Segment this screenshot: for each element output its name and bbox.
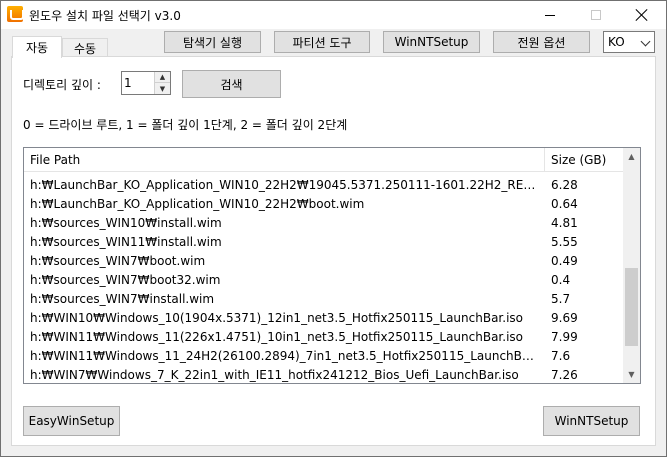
file-path-cell: h:₩WIN10₩Windows_10(1904x.5371)_12in1_ne…	[30, 311, 523, 325]
list-rows: h:₩LaunchBar_KO_Application_WIN10_22H2₩1…	[24, 176, 624, 383]
file-size-cell: 7.26	[551, 368, 578, 382]
close-button[interactable]	[619, 1, 665, 29]
table-row[interactable]: h:₩sources_WIN7₩install.wim 5.7	[24, 290, 624, 309]
winntsetup-top-button[interactable]: WinNTSetup	[383, 31, 480, 53]
file-path-cell: h:₩sources_WIN11₩install.wim	[30, 235, 222, 249]
minimize-icon	[545, 14, 555, 16]
maximize-icon	[591, 10, 601, 20]
file-size-cell: 0.4	[551, 273, 571, 287]
file-size-cell: 5.7	[551, 292, 571, 306]
minimize-button[interactable]	[527, 1, 573, 29]
file-size-cell: 5.55	[551, 235, 578, 249]
app-window: 윈도우 설치 파일 선택기 v3.0 자동 수동 탐색기 실행 파티션 도구 W…	[0, 0, 667, 457]
table-row[interactable]: h:₩WIN11₩Windows_11(226x1.4751)_10in1_ne…	[24, 328, 624, 347]
table-row[interactable]: h:₩WIN7₩Windows_7_K_22in1_with_IE11_hotf…	[24, 366, 624, 383]
column-header-path[interactable]: File Path	[24, 148, 545, 172]
file-list[interactable]: File Path Size (GB) h:₩LaunchBar_KO_Appl…	[23, 147, 641, 384]
vertical-scrollbar[interactable]: ▲ ▼	[623, 148, 640, 383]
table-row[interactable]: h:₩sources_WIN11₩install.wim 5.55	[24, 233, 624, 252]
maximize-button[interactable]	[573, 1, 619, 29]
file-size-cell: 7.99	[551, 330, 578, 344]
file-size-cell: 0.64	[551, 197, 578, 211]
language-select[interactable]: KO	[603, 31, 655, 53]
file-path-cell: h:₩LaunchBar_KO_Application_WIN10_22H2₩b…	[30, 197, 365, 211]
power-options-button[interactable]: 전원 옵션	[493, 31, 590, 53]
table-row[interactable]: h:₩sources_WIN7₩boot32.wim 0.4	[24, 271, 624, 290]
table-row[interactable]: h:₩WIN11₩Windows_11_24H2(26100.2894)_7in…	[24, 347, 624, 366]
scroll-down-icon[interactable]: ▼	[623, 366, 640, 383]
file-size-cell: 4.81	[551, 216, 578, 230]
depth-hint: 0 = 드라이브 루트, 1 = 폴더 깊이 1단계, 2 = 폴더 깊이 2단…	[23, 118, 348, 132]
file-path-cell: h:₩sources_WIN7₩boot32.wim	[30, 273, 221, 287]
depth-input[interactable]	[124, 74, 154, 92]
file-path-cell: h:₩WIN11₩Windows_11_24H2(26100.2894)_7in…	[30, 349, 540, 363]
winntsetup-bottom-button[interactable]: WinNTSetup	[543, 406, 640, 436]
search-button[interactable]: 검색	[182, 70, 281, 98]
window-title: 윈도우 설치 파일 선택기 v3.0	[29, 9, 181, 23]
depth-spinner[interactable]: ▲ ▼	[121, 71, 171, 95]
scroll-thumb[interactable]	[625, 268, 638, 346]
file-size-cell: 7.6	[551, 349, 571, 363]
title-bar: 윈도우 설치 파일 선택기 v3.0	[1, 1, 666, 29]
file-path-cell: h:₩sources_WIN10₩install.wim	[30, 216, 222, 230]
column-header-size[interactable]: Size (GB)	[545, 148, 624, 172]
partition-tool-button[interactable]: 파티션 도구	[274, 31, 370, 53]
tab-auto[interactable]: 자동	[12, 36, 62, 58]
table-row[interactable]: h:₩sources_WIN10₩install.wim 4.81	[24, 214, 624, 233]
depth-spinner-arrows: ▲ ▼	[154, 72, 170, 94]
scroll-up-icon[interactable]: ▲	[623, 148, 640, 165]
file-size-cell: 6.28	[551, 178, 578, 192]
file-size-cell: 9.69	[551, 311, 578, 325]
chevron-down-icon	[640, 36, 651, 47]
depth-label: 디렉토리 깊이 :	[23, 78, 101, 92]
list-header: File Path Size (GB)	[24, 148, 624, 172]
file-path-cell: h:₩sources_WIN7₩boot.wim	[30, 254, 206, 268]
spin-down-icon[interactable]: ▼	[155, 83, 170, 94]
file-size-cell: 0.49	[551, 254, 578, 268]
easywinsetup-button[interactable]: EasyWinSetup	[23, 406, 120, 436]
file-path-cell: h:₩WIN11₩Windows_11(226x1.4751)_10in1_ne…	[30, 330, 523, 344]
language-value: KO	[608, 35, 625, 49]
app-icon	[7, 6, 24, 22]
spin-up-icon[interactable]: ▲	[155, 72, 170, 83]
table-row[interactable]: h:₩LaunchBar_KO_Application_WIN10_22H2₩1…	[24, 176, 624, 195]
explorer-button[interactable]: 탐색기 실행	[164, 31, 261, 53]
close-icon	[636, 9, 648, 21]
tab-manual[interactable]: 수동	[62, 38, 108, 58]
table-row[interactable]: h:₩sources_WIN7₩boot.wim 0.49	[24, 252, 624, 271]
table-row[interactable]: h:₩LaunchBar_KO_Application_WIN10_22H2₩b…	[24, 195, 624, 214]
file-path-cell: h:₩sources_WIN7₩install.wim	[30, 292, 215, 306]
file-path-cell: h:₩LaunchBar_KO_Application_WIN10_22H2₩1…	[30, 178, 540, 192]
file-path-cell: h:₩WIN7₩Windows_7_K_22in1_with_IE11_hotf…	[30, 368, 519, 382]
table-row[interactable]: h:₩WIN10₩Windows_10(1904x.5371)_12in1_ne…	[24, 309, 624, 328]
